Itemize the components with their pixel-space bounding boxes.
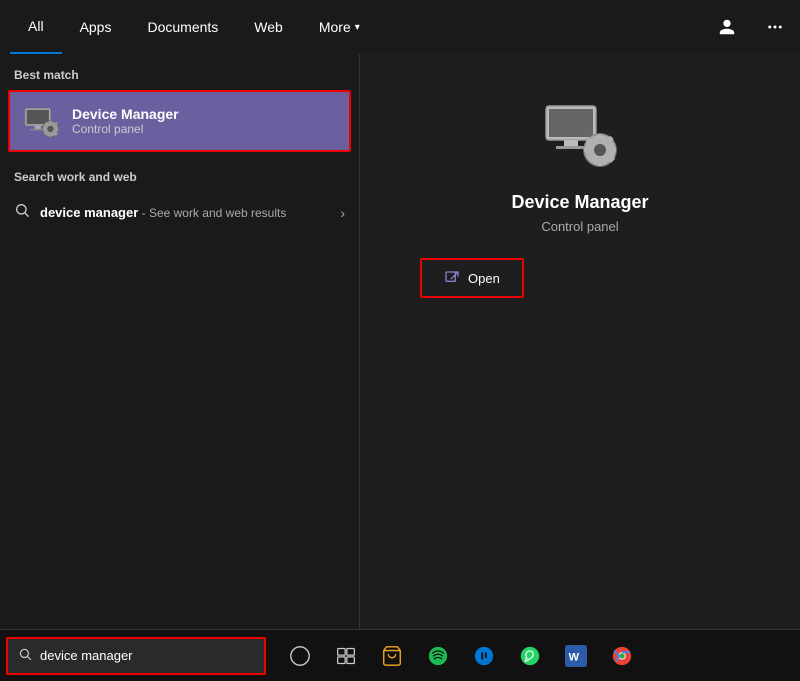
tab-more-label: More bbox=[319, 19, 351, 35]
right-panel-subtitle: Control panel bbox=[541, 219, 618, 234]
open-button[interactable]: Open bbox=[420, 258, 524, 298]
tab-all-label: All bbox=[28, 18, 44, 34]
best-match-text: Device Manager Control panel bbox=[72, 106, 179, 136]
spotify-icon bbox=[427, 645, 449, 667]
nav-right-actions bbox=[712, 12, 790, 42]
search-web-text: device manager - See work and web result… bbox=[40, 205, 330, 220]
tab-web[interactable]: Web bbox=[236, 0, 301, 54]
tab-documents[interactable]: Documents bbox=[129, 0, 236, 54]
taskbar-search-icon bbox=[18, 647, 32, 664]
spotify-button[interactable] bbox=[416, 634, 460, 678]
left-panel: Best match bbox=[0, 54, 360, 629]
open-launch-icon bbox=[444, 270, 460, 286]
windows-start-button[interactable] bbox=[278, 634, 322, 678]
search-bold-term: device manager bbox=[40, 205, 138, 220]
open-button-label: Open bbox=[468, 271, 500, 286]
tab-more[interactable]: More ▾ bbox=[301, 0, 378, 54]
edge-icon bbox=[473, 645, 495, 667]
microsoft-store-button[interactable] bbox=[370, 634, 414, 678]
taskbar: W bbox=[0, 629, 800, 681]
more-icon bbox=[766, 18, 784, 36]
taskbar-search-box[interactable] bbox=[6, 637, 266, 675]
search-work-web-label: Search work and web bbox=[0, 166, 359, 194]
whatsapp-icon bbox=[519, 645, 541, 667]
search-rest-text: - See work and web results bbox=[138, 206, 286, 220]
chevron-down-icon: ▾ bbox=[355, 22, 360, 33]
word-button[interactable]: W bbox=[554, 634, 598, 678]
person-icon-button[interactable] bbox=[712, 12, 742, 42]
edge-button[interactable] bbox=[462, 634, 506, 678]
windows-circle-icon bbox=[289, 645, 311, 667]
chrome-button[interactable] bbox=[600, 634, 644, 678]
search-svg-icon bbox=[14, 202, 30, 218]
person-icon bbox=[718, 18, 736, 36]
taskbar-search-input[interactable] bbox=[40, 648, 254, 663]
right-panel-actions: Open bbox=[360, 258, 800, 298]
top-navigation: All Apps Documents Web More ▾ bbox=[0, 0, 800, 54]
tab-apps-label: Apps bbox=[80, 19, 112, 35]
word-icon: W bbox=[565, 645, 587, 667]
tab-documents-label: Documents bbox=[147, 19, 218, 35]
best-match-subtitle: Control panel bbox=[72, 122, 179, 136]
tab-web-label: Web bbox=[254, 19, 283, 35]
device-manager-icon bbox=[22, 102, 60, 140]
search-web-item[interactable]: device manager - See work and web result… bbox=[0, 194, 359, 231]
right-panel-icon bbox=[540, 94, 620, 174]
chrome-icon bbox=[611, 645, 633, 667]
task-view-button[interactable] bbox=[324, 634, 368, 678]
svg-text:W: W bbox=[569, 651, 580, 663]
task-view-icon bbox=[336, 646, 356, 666]
tab-all[interactable]: All bbox=[10, 0, 62, 54]
best-match-label: Best match bbox=[0, 68, 359, 90]
chevron-right-icon: › bbox=[340, 205, 345, 221]
device-manager-svg-icon bbox=[22, 102, 60, 140]
main-area: Best match bbox=[0, 54, 800, 629]
search-icon bbox=[14, 202, 30, 223]
tab-apps[interactable]: Apps bbox=[62, 0, 130, 54]
right-panel-title: Device Manager bbox=[511, 192, 648, 213]
right-device-manager-icon bbox=[540, 94, 620, 174]
store-icon bbox=[381, 645, 403, 667]
best-match-item[interactable]: Device Manager Control panel bbox=[8, 90, 351, 152]
whatsapp-button[interactable] bbox=[508, 634, 552, 678]
search-circle-icon bbox=[18, 647, 32, 661]
more-options-button[interactable] bbox=[760, 12, 790, 42]
best-match-title: Device Manager bbox=[72, 106, 179, 122]
right-panel: Device Manager Control panel Open bbox=[360, 54, 800, 629]
